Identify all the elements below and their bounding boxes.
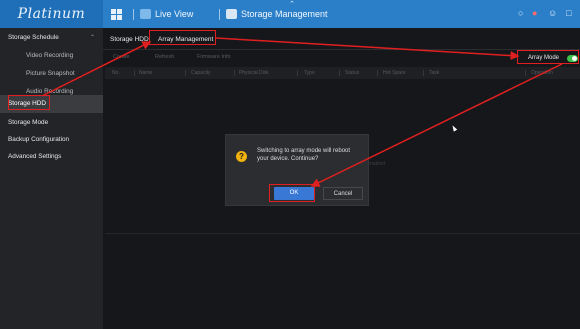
live-view-icon (140, 9, 151, 19)
tab-divider (103, 49, 580, 50)
bell-icon[interactable]: ○ (518, 8, 523, 20)
create-button[interactable]: Create (113, 52, 130, 62)
user-icon[interactable]: ☺ (548, 8, 557, 20)
sidebar-item-picture-snapshot[interactable]: Picture Snapshot (0, 65, 103, 83)
sidebar-item-label: Picture Snapshot (26, 70, 75, 77)
nav-live-view[interactable]: Live View (155, 0, 193, 28)
toggle-knob (572, 56, 577, 61)
sidebar-item-advanced-settings[interactable]: Advanced Settings (0, 148, 103, 166)
table-divider (105, 233, 580, 234)
top-bar: Platinum Live View Storage Management ⌃ … (0, 0, 580, 28)
chevron-up-icon[interactable]: ⌃ (289, 0, 295, 8)
sidebar-item-label: Storage Schedule (8, 34, 59, 41)
column-divider (134, 70, 135, 76)
sidebar-item-label: Audio Recording (26, 88, 74, 95)
tab-array-management[interactable]: Array Management (154, 33, 217, 46)
sidebar-item-label: Video Recording (26, 52, 74, 59)
dialog-message: Switching to array mode will reboot your… (257, 148, 351, 162)
column-header: Name (139, 70, 153, 76)
sidebar-item-label: Advanced Settings (8, 153, 62, 160)
firmware-info-button[interactable]: Firmware Info (197, 52, 231, 62)
array-mode-label: Array Mode (528, 55, 560, 61)
column-header: Operation (531, 70, 553, 76)
confirm-dialog: ? Switching to array mode will reboot yo… (225, 134, 369, 206)
column-header: Task (429, 70, 440, 76)
column-divider (185, 70, 186, 76)
column-header: Hot Spare (383, 70, 406, 76)
sidebar-item-backup-configuration[interactable]: Backup Configuration (0, 131, 103, 149)
window-icon[interactable]: □ (566, 8, 571, 20)
sidebar-item-storage-hdd[interactable]: Storage HDD (0, 95, 103, 113)
column-divider (339, 70, 340, 76)
ok-button[interactable]: OK (274, 187, 314, 200)
column-divider (423, 70, 424, 76)
sidebar-item-storage-schedule[interactable]: Storage Schedule ⌃ (0, 29, 103, 47)
array-mode-control: Array Mode (518, 53, 580, 64)
refresh-button[interactable]: Refresh (155, 52, 174, 62)
apps-grid-icon[interactable] (111, 9, 122, 20)
column-header: Physical Disk (239, 70, 269, 76)
sidebar-item-label: Storage Mode (8, 119, 49, 126)
column-divider (234, 70, 235, 76)
table-header: No. Name Capacity Physical Disk Type Sta… (105, 67, 580, 79)
sidebar-item-label: Storage HDD (8, 100, 47, 107)
brand-logo: Platinum (0, 0, 103, 28)
sidebar-item-storage-mode[interactable]: Storage Mode (0, 114, 103, 132)
column-header: Capacity (191, 70, 211, 76)
column-header: Type (304, 70, 315, 76)
column-divider (525, 70, 526, 76)
sidebar-item-label: Backup Configuration (8, 136, 70, 143)
storage-icon (226, 9, 237, 19)
chevron-up-icon: ⌃ (89, 35, 95, 41)
nav-storage-management[interactable]: Storage Management (241, 0, 328, 28)
column-header: No. (112, 70, 120, 76)
sidebar: Storage Schedule ⌃ Video Recording Pictu… (0, 28, 103, 329)
column-divider (377, 70, 378, 76)
column-header: Status (345, 70, 360, 76)
notification-icon[interactable]: ● (532, 8, 537, 20)
question-icon: ? (236, 151, 247, 162)
sidebar-item-video-recording[interactable]: Video Recording (0, 47, 103, 65)
cancel-button[interactable]: Cancel (323, 187, 363, 200)
column-divider (297, 70, 298, 76)
nav-separator (133, 9, 134, 20)
tab-storage-hdd[interactable]: Storage HDD (106, 33, 153, 46)
array-mode-toggle[interactable] (567, 55, 578, 62)
nav-separator (219, 9, 220, 20)
